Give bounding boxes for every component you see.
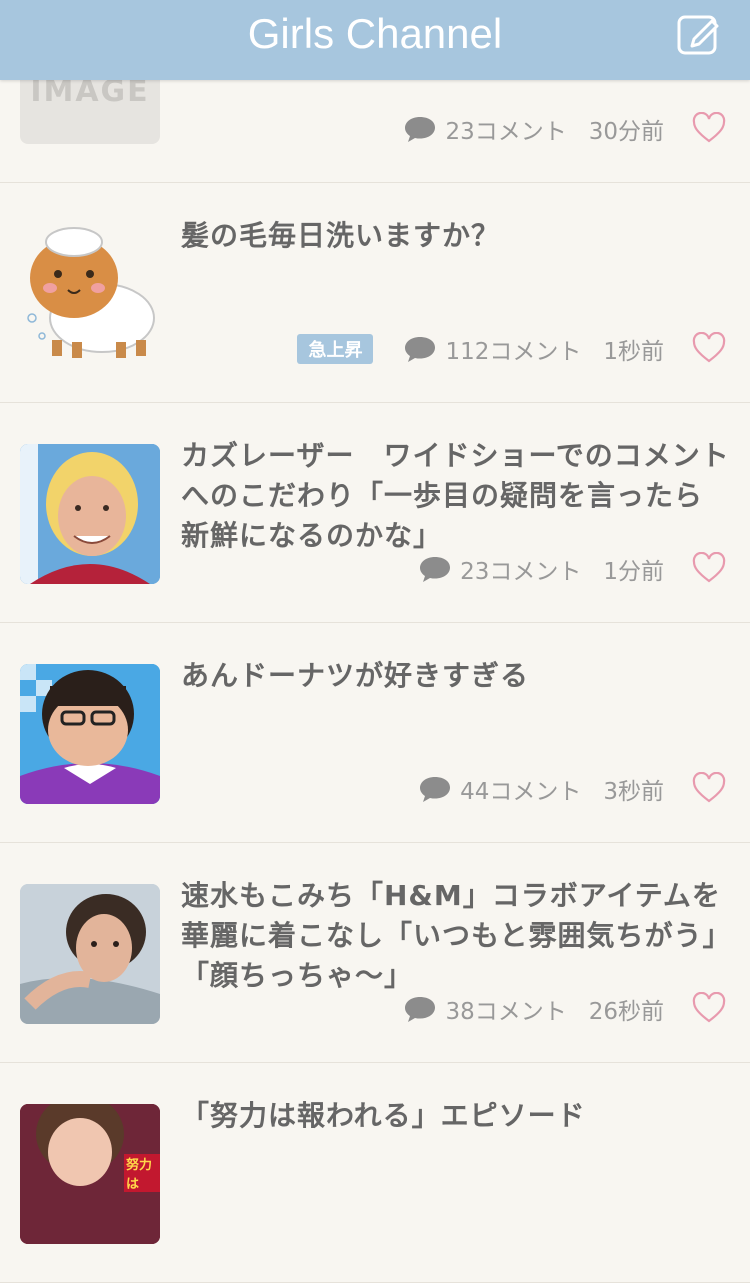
heart-icon[interactable] (692, 772, 726, 804)
topic-meta: 急上昇 112コメント 1秒前 (297, 334, 664, 365)
heart-icon[interactable] (692, 112, 726, 144)
post-time: 26秒前 (588, 999, 664, 1025)
comment-icon (405, 997, 436, 1022)
comment-icon (405, 117, 436, 142)
topic-title[interactable]: 「努力は報われる」エピソード (181, 1096, 731, 1136)
topic-title[interactable]: 速水もこみち「H&M」コラボアイテムを華麗に着こなし「いつもと雰囲気ちがう」「顔… (181, 876, 731, 996)
heart-icon[interactable] (692, 552, 726, 584)
comment-count: 23コメント (445, 119, 567, 145)
trending-badge: 急上昇 (297, 334, 374, 364)
post-time: 3秒前 (603, 779, 664, 805)
thumbnail-caption: 努力は (124, 1154, 160, 1192)
topic-title[interactable]: 髪の毛毎日洗いますか？ (181, 216, 731, 256)
comment-icon (420, 777, 451, 802)
app-title[interactable]: Girls Channel (0, 10, 750, 58)
topic-meta: 23コメント 30分前 (403, 114, 664, 145)
topic-thumbnail[interactable] (20, 224, 160, 364)
topic-item[interactable]: 髪の毛毎日洗いますか？ 急上昇 112コメント 1秒前 (0, 184, 750, 403)
topic-thumbnail[interactable] (20, 664, 160, 804)
comment-icon (420, 557, 451, 582)
person-photo (20, 664, 160, 804)
comment-icon (405, 337, 436, 362)
topic-title[interactable]: カズレーザー ワイドショーでのコメントへのこだわり「一歩目の疑問を言ったら新鮮に… (181, 436, 731, 556)
app-header: Girls Channel (0, 0, 750, 80)
topic-item[interactable]: カズレーザー ワイドショーでのコメントへのこだわり「一歩目の疑問を言ったら新鮮に… (0, 404, 750, 623)
comment-count: 38コメント (445, 999, 567, 1025)
topic-item[interactable]: 努力は 「努力は報われる」エピソード (0, 1064, 750, 1283)
topic-thumbnail[interactable] (20, 884, 160, 1024)
comment-count: 23コメント (460, 559, 582, 585)
topic-item[interactable]: あんドーナツが好きすぎる 44コメント 3秒前 (0, 624, 750, 843)
person-photo (20, 884, 160, 1024)
compose-icon[interactable] (676, 12, 720, 56)
heart-icon[interactable] (692, 992, 726, 1024)
topic-thumbnail[interactable] (20, 444, 160, 584)
post-time: 1分前 (603, 559, 664, 585)
topic-thumbnail[interactable]: 努力は (20, 1104, 160, 1244)
topic-meta: 23コメント 1分前 (418, 554, 664, 585)
heart-icon[interactable] (692, 332, 726, 364)
post-time: 1秒前 (603, 339, 664, 365)
person-photo (20, 444, 160, 584)
topic-meta: 44コメント 3秒前 (418, 774, 664, 805)
topic-item[interactable]: 速水もこみち「H&M」コラボアイテムを華麗に着こなし「いつもと雰囲気ちがう」「顔… (0, 844, 750, 1063)
sheep-dog-illustration (27, 227, 155, 358)
comment-count: 112コメント (445, 339, 582, 365)
topic-meta: 38コメント 26秒前 (403, 994, 664, 1025)
post-time: 30分前 (588, 119, 664, 145)
topic-title[interactable]: あんドーナツが好きすぎる (181, 656, 731, 696)
comment-count: 44コメント (460, 779, 582, 805)
